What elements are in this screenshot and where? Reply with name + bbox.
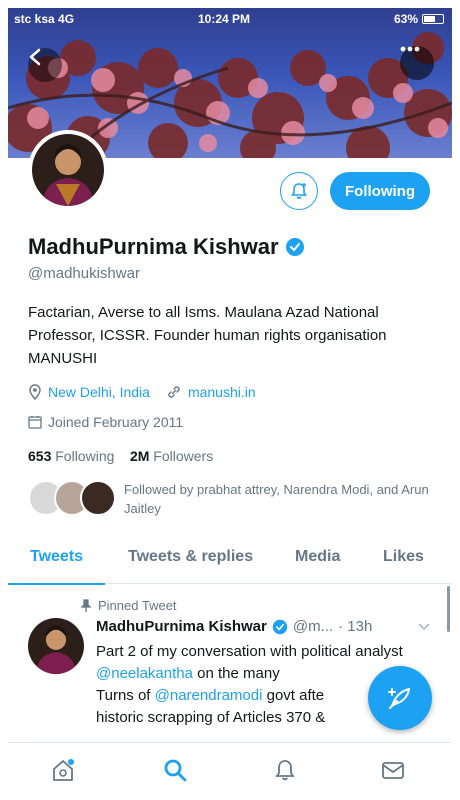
- notifications-bell-button[interactable]: [280, 172, 318, 210]
- tweet-avatar-image: [28, 618, 84, 674]
- tweet-text-part: govt afte: [262, 687, 325, 704]
- tweet-text-part: Part 2 of my conversation with political…: [96, 643, 403, 660]
- profile-screen: stc ksa 4G 10:24 PM 63% Following MadhuP…: [8, 8, 452, 792]
- profile-website-link[interactable]: manushi.in: [188, 384, 256, 400]
- follower-avatar: [80, 480, 116, 516]
- tweet-time: · 13h: [338, 618, 373, 635]
- nav-search[interactable]: [160, 755, 190, 785]
- following-count: 653: [28, 448, 52, 464]
- chevron-left-icon: [29, 48, 41, 66]
- mention-link[interactable]: @neelakantha: [96, 665, 193, 682]
- battery-indicator: 63%: [394, 12, 444, 26]
- followers-count-link[interactable]: 2M Followers: [130, 448, 213, 464]
- following-count-label: Following: [55, 448, 115, 464]
- followed-by-row[interactable]: Followed by prabhat attrey, Narendra Mod…: [28, 480, 438, 518]
- verified-badge-icon: [285, 238, 304, 256]
- tweet-author-handle: @m...: [292, 618, 334, 635]
- tab-media[interactable]: Media: [295, 540, 340, 584]
- tab-likes[interactable]: Likes: [383, 540, 424, 584]
- tweet-author-avatar[interactable]: [28, 618, 84, 674]
- followed-by-avatars: [28, 480, 118, 518]
- bell-plus-icon: [290, 183, 308, 199]
- profile-tabs: Tweets Tweets & replies Media Likes: [8, 540, 452, 585]
- battery-percent: 63%: [393, 12, 418, 26]
- tweet-menu-chevron-icon[interactable]: [418, 618, 430, 635]
- battery-icon: [422, 14, 444, 24]
- tweet-text-part: Turns of: [96, 687, 155, 704]
- tweet-text[interactable]: Part 2 of my conversation with political…: [96, 641, 416, 729]
- pinned-indicator: Pinned Tweet: [80, 598, 177, 613]
- compose-tweet-button[interactable]: [368, 666, 432, 730]
- more-options-button[interactable]: [400, 46, 434, 80]
- bell-icon: [275, 760, 295, 781]
- mail-icon: [382, 762, 404, 779]
- tab-tweets[interactable]: Tweets: [8, 540, 106, 585]
- profile-location[interactable]: New Delhi, India: [48, 384, 150, 400]
- verified-badge-icon: [272, 619, 288, 634]
- link-icon: [168, 386, 180, 398]
- nav-messages[interactable]: [378, 755, 408, 785]
- profile-name-row: MadhuPurnima Kishwar: [28, 234, 305, 260]
- pin-icon: [80, 598, 92, 612]
- nav-notifications[interactable]: [270, 755, 300, 785]
- tweet-header: MadhuPurnima Kishwar @m... · 13h: [96, 618, 436, 635]
- search-icon: [164, 759, 187, 782]
- joined-date: Joined February 2011: [48, 414, 184, 430]
- bottom-navigation: [8, 742, 452, 792]
- mention-link[interactable]: @narendramodi: [155, 687, 263, 704]
- profile-handle: @madhukishwar: [28, 265, 140, 282]
- status-bar: stc ksa 4G 10:24 PM 63%: [8, 8, 452, 30]
- tab-tweets-replies[interactable]: Tweets & replies: [128, 540, 253, 584]
- more-dots-icon: [400, 46, 420, 52]
- location-website-row: New Delhi, India manushi.in: [28, 384, 256, 400]
- location-pin-icon: [29, 384, 41, 400]
- follow-counts: 653 Following 2M Followers: [28, 448, 213, 464]
- following-button[interactable]: Following: [330, 172, 430, 210]
- followers-count-label: Followers: [153, 448, 214, 464]
- nav-home[interactable]: [48, 755, 78, 785]
- followers-count: 2M: [129, 448, 150, 464]
- compose-feather-icon: [388, 688, 410, 709]
- profile-avatar[interactable]: [28, 130, 108, 210]
- back-button[interactable]: [28, 48, 62, 82]
- profile-name: MadhuPurnima Kishwar: [28, 234, 279, 259]
- profile-bio: Factarian, Averse to all Isms. Maulana A…: [28, 304, 387, 367]
- pinned-label: Pinned Tweet: [98, 598, 177, 613]
- avatar-image: [32, 134, 104, 206]
- tweet-text-part: on the many: [192, 665, 280, 682]
- tweet-text-part: historic scrapping of Articles 370 &: [96, 709, 326, 726]
- clock: 10:24 PM: [198, 12, 251, 26]
- calendar-icon: [28, 416, 42, 429]
- tweet-author-name[interactable]: MadhuPurnima Kishwar: [96, 618, 267, 635]
- joined-row: Joined February 2011: [28, 414, 183, 430]
- home-icon: [53, 759, 74, 781]
- carrier-label: stc ksa 4G: [14, 12, 75, 26]
- scrollbar[interactable]: [447, 586, 450, 632]
- followed-by-text: Followed by prabhat attrey, Narendra Mod…: [124, 482, 429, 516]
- following-count-link[interactable]: 653 Following: [28, 448, 114, 464]
